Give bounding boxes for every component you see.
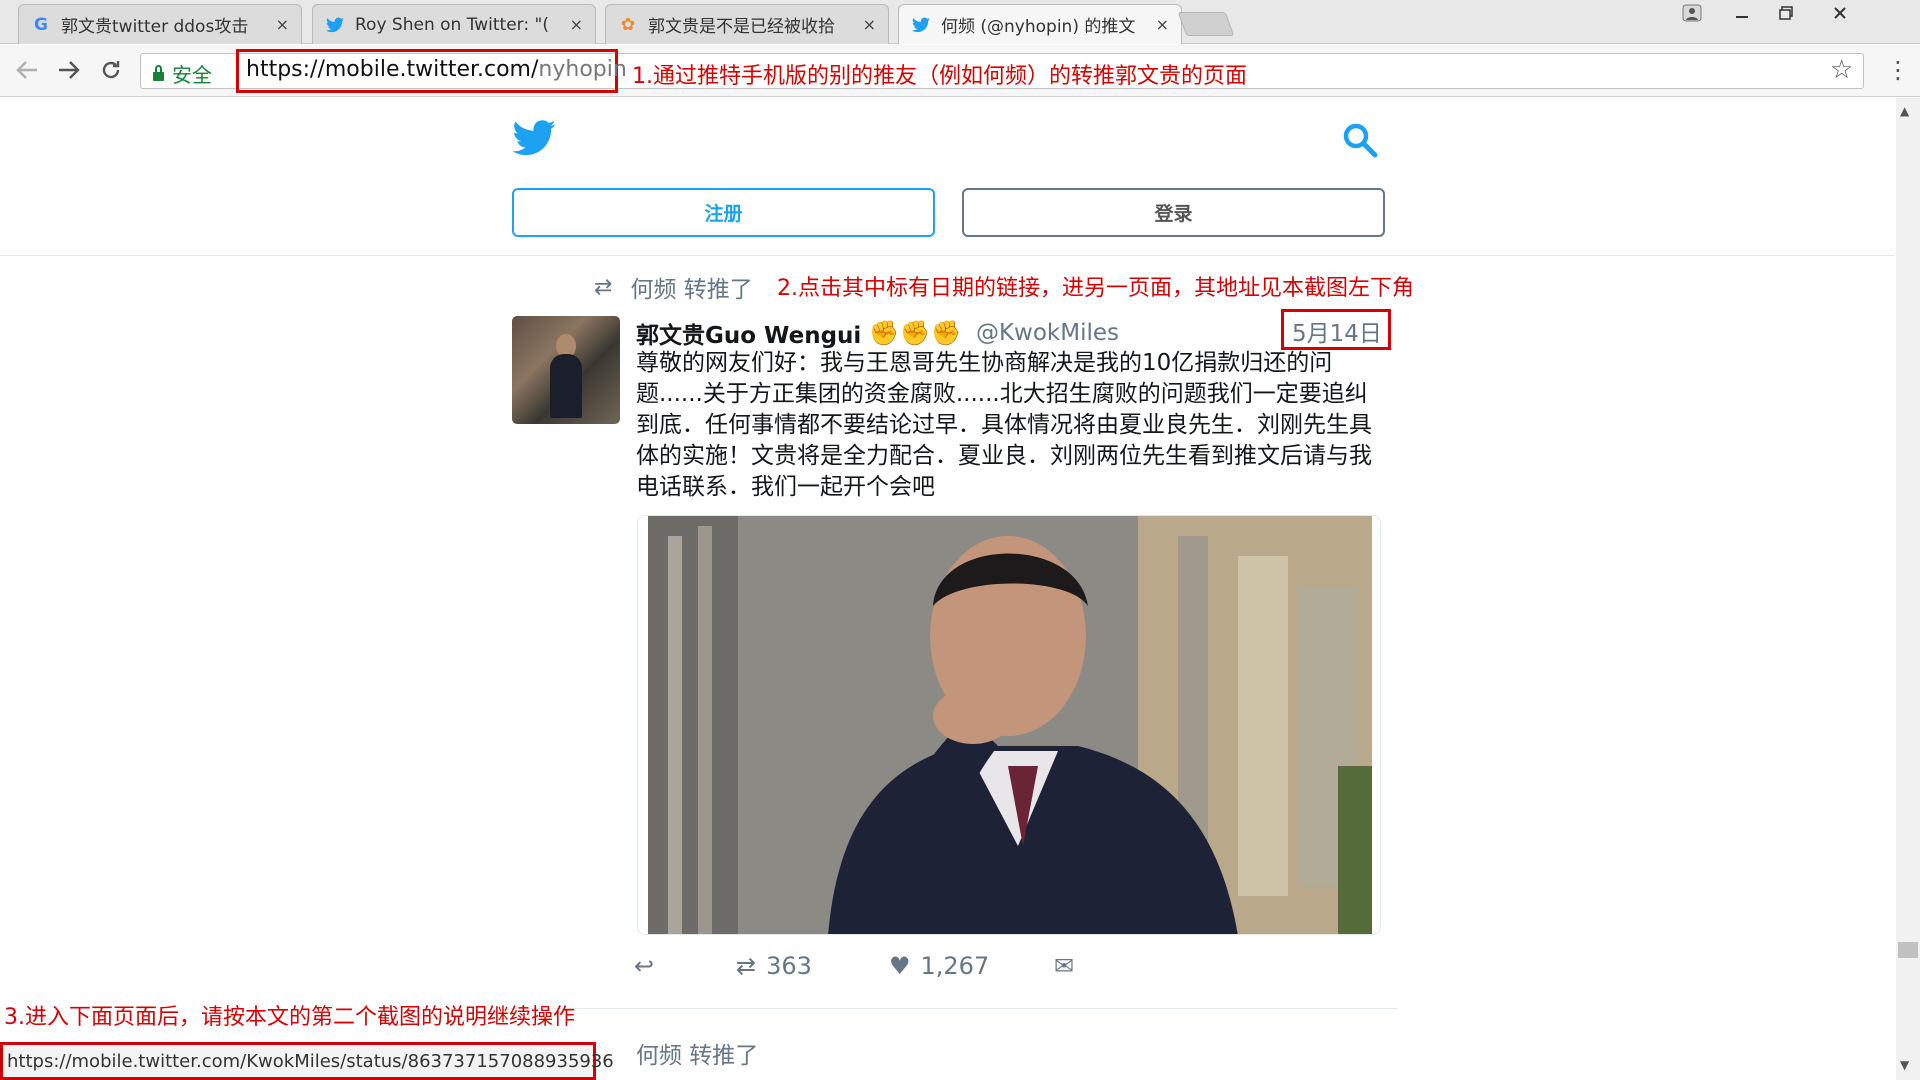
reply-action[interactable]: ↩	[634, 952, 654, 980]
scroll-up-arrow-icon[interactable]: ▲	[1900, 104, 1909, 118]
bookmark-star-icon[interactable]: ☆	[1830, 55, 1853, 85]
restore-icon[interactable]	[1766, 0, 1806, 26]
next-retweet-context[interactable]: 何频 转推了	[636, 1036, 758, 1070]
tweet-divider	[510, 1008, 1398, 1009]
envelope-icon: ✉	[1054, 952, 1075, 980]
twitter-mobile-header	[0, 98, 1895, 256]
browser-tab-1[interactable]: G 郭文贵twitter ddos攻击 ×	[18, 4, 302, 44]
forward-arrow-icon[interactable]	[54, 55, 84, 85]
avatar[interactable]	[512, 316, 620, 424]
minimize-icon[interactable]	[1722, 0, 1762, 26]
twitter-logo-icon[interactable]	[512, 120, 556, 160]
tab-title: 郭文贵twitter ddos攻击	[61, 17, 249, 37]
retweet-icon: ⇄	[594, 274, 613, 300]
tab-title: 何频 (@nyhopin) 的推文	[941, 17, 1136, 37]
author-handle: @KwokMiles	[975, 320, 1120, 346]
annotation-step-1: 1.通过推特手机版的别的推友（例如何频）的转推郭文贵的页面	[632, 64, 1247, 89]
scroll-down-arrow-icon[interactable]: ▼	[1900, 1058, 1909, 1072]
login-button[interactable]: 登录	[962, 188, 1385, 237]
browser-tab-4-active[interactable]: 何频 (@nyhopin) 的推文 ×	[898, 4, 1182, 44]
profile-icon[interactable]	[1672, 0, 1712, 26]
scrollbar-thumb[interactable]	[1898, 942, 1918, 958]
direct-message-action[interactable]: ✉	[1054, 952, 1074, 980]
reply-icon: ↩	[634, 952, 655, 980]
retweet-action[interactable]: ⇄ 363	[736, 952, 812, 980]
back-arrow-icon[interactable]	[12, 55, 42, 85]
secure-label: 安全	[172, 63, 212, 87]
author-name: 郭文贵Guo Wengui	[636, 323, 862, 349]
tab-title: 郭文贵是不是已经被收拾	[648, 17, 835, 37]
tab-close-icon[interactable]: ×	[1156, 15, 1169, 34]
tab-close-icon[interactable]: ×	[570, 15, 583, 34]
tweet-date-link[interactable]: 5月14日	[1292, 314, 1382, 348]
like-count: 1,267	[920, 952, 990, 980]
tab-strip: G 郭文贵twitter ddos攻击 × Roy Shen on Twitte…	[0, 0, 1920, 44]
close-window-icon[interactable]	[1810, 0, 1870, 26]
retweeter-label[interactable]: 何频 转推了	[630, 270, 752, 304]
retweet-icon: ⇄	[736, 952, 757, 980]
vertical-scrollbar[interactable]	[1896, 98, 1920, 1080]
avatar-figure-body	[550, 354, 582, 418]
url-path: nyhopin	[538, 57, 627, 82]
annotation-step-3: 3.进入下面页面后，请按本文的第二个截图的说明继续操作	[4, 1005, 575, 1030]
signup-button[interactable]: 注册	[512, 188, 935, 237]
secure-indicator[interactable]: 安全	[153, 59, 212, 88]
flower-icon: ✿	[620, 14, 636, 35]
tab-close-icon[interactable]: ×	[276, 15, 289, 34]
browser-tab-2[interactable]: Roy Shen on Twitter: "( ×	[312, 4, 596, 44]
url-text[interactable]: https://mobile.twitter.com/nyhopin	[246, 57, 627, 82]
tweet-text: 尊敬的网友们好：我与王恩哥先生协商解决是我的10亿捐款归还的问题......关于…	[636, 350, 1372, 500]
tab-close-icon[interactable]: ×	[863, 15, 876, 34]
heart-icon: ♥	[889, 952, 911, 980]
new-tab-button[interactable]	[1177, 12, 1235, 36]
retweet-context: ⇄ 何频 转推了	[594, 270, 753, 304]
url-host: https://mobile.twitter.com/	[246, 57, 539, 82]
browser-tab-3[interactable]: ✿ 郭文贵是不是已经被收拾 ×	[605, 4, 889, 44]
retweet-count: 363	[766, 952, 812, 980]
tweet-photo[interactable]	[637, 515, 1381, 935]
like-action[interactable]: ♥ 1,267	[889, 952, 989, 980]
twitter-bird-icon	[911, 15, 931, 35]
tweet-author[interactable]: 郭文贵Guo Wengui ✊✊✊ @KwokMiles	[636, 316, 1119, 350]
raised-fist-emoji: ✊✊✊	[869, 319, 962, 347]
google-g-icon: G	[34, 14, 48, 35]
reload-icon[interactable]	[96, 55, 126, 85]
twitter-bird-icon	[325, 15, 345, 35]
lock-icon	[153, 64, 164, 81]
tab-title: Roy Shen on Twitter: "(	[355, 14, 549, 35]
browser-menu-icon[interactable]: ⋮	[1886, 56, 1910, 84]
annotation-step-2: 2.点击其中标有日期的链接，进另一页面，其地址见本截图左下角	[777, 276, 1414, 301]
search-icon[interactable]	[1342, 122, 1378, 162]
status-bar-url: https://mobile.twitter.com/KwokMiles/sta…	[0, 1042, 614, 1080]
